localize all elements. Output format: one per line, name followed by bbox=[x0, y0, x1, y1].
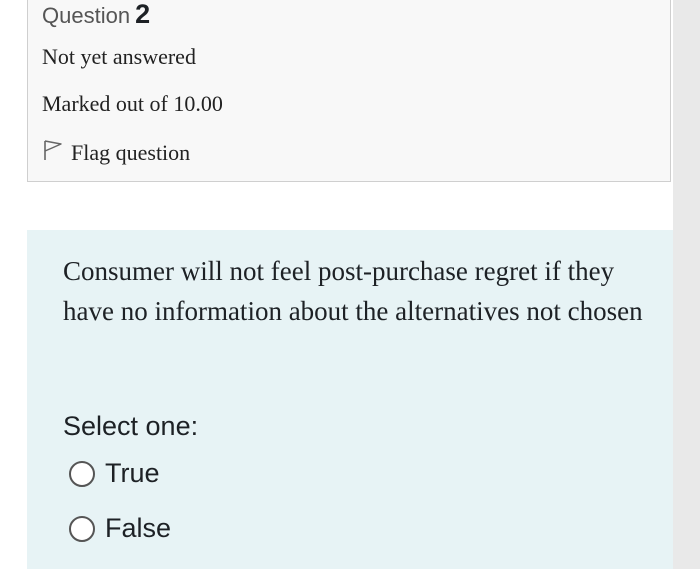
question-state: Not yet answered bbox=[42, 44, 196, 69]
question-label: Question bbox=[42, 3, 131, 28]
question-number: Question 2 bbox=[42, 0, 150, 30]
answer-prompt: Select one: bbox=[63, 411, 199, 441]
flag-question-button[interactable]: Flag question bbox=[42, 138, 190, 167]
scroll-gutter bbox=[673, 0, 700, 569]
radio-true[interactable] bbox=[69, 460, 95, 487]
flag-question-label: Flag question bbox=[71, 139, 191, 165]
answer-option-false[interactable]: False bbox=[69, 513, 171, 544]
flag-icon bbox=[42, 138, 71, 167]
question-text: Consumer will not feel post-purchase reg… bbox=[63, 256, 643, 326]
question-info-panel: Question 2 Not yet answered Marked out of… bbox=[27, 0, 671, 182]
radio-false[interactable] bbox=[69, 515, 95, 542]
answer-option-label: False bbox=[105, 513, 172, 543]
answer-option-true[interactable]: True bbox=[69, 458, 160, 489]
question-number-value: 2 bbox=[135, 0, 151, 29]
question-formulation: Consumer will not feel post-purchase reg… bbox=[27, 230, 673, 569]
question-grade: Marked out of 10.00 bbox=[42, 91, 223, 116]
answer-option-label: True bbox=[105, 458, 160, 488]
